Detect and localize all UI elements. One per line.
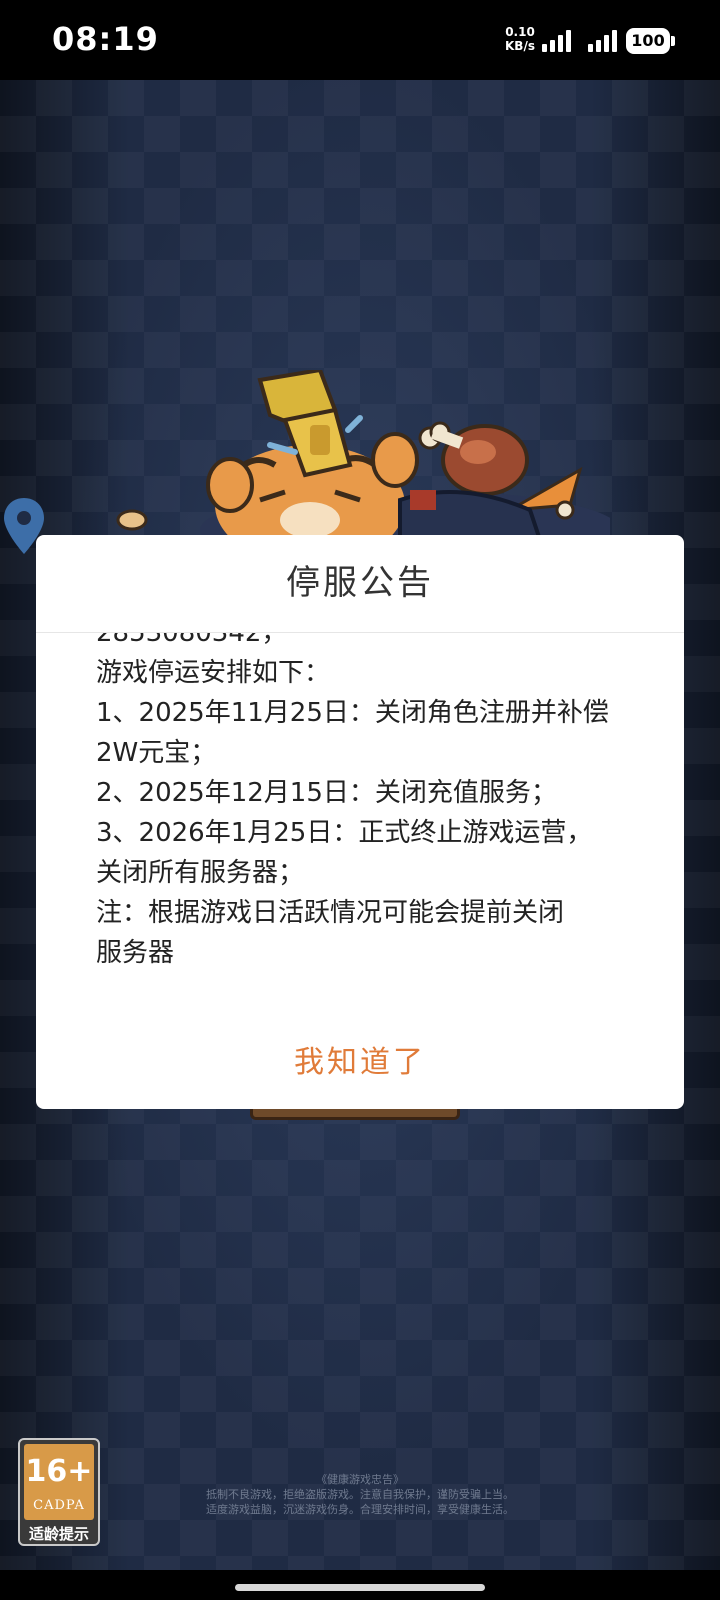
notice-line: 注：根据游戏日活跃情况可能会提前关闭	[96, 898, 565, 928]
home-indicator[interactable]	[235, 1584, 485, 1591]
signal-strength-icon	[542, 30, 571, 52]
battery-icon: 100	[626, 28, 670, 54]
notice-line: 2853080342，	[96, 633, 288, 648]
notice-line: 2、2025年12月15日：关闭充值服务；	[96, 778, 557, 808]
battery-tip	[671, 36, 675, 46]
screen: 08:19 0.10 KB/s 100 停服公告 2853080342， 游戏停…	[0, 0, 720, 1600]
dialog-title: 停服公告	[286, 563, 434, 603]
shutdown-notice-dialog: 停服公告 2853080342， 游戏停运安排如下： 1、2025年11月25日…	[36, 535, 684, 1109]
health-gaming-notice: 《健康游戏忠告》 抵制不良游戏，拒绝盗版游戏。注意自我保护，谨防受骗上当。 适度…	[150, 1472, 570, 1517]
health-notice-line: 适度游戏益脑，沉迷游戏伤身。合理安排时间，享受健康生活。	[206, 1503, 514, 1516]
notice-line: 服务器	[96, 938, 175, 968]
status-time: 08:19	[52, 20, 159, 58]
health-notice-title: 《健康游戏忠告》	[316, 1473, 404, 1486]
age-rating-badge[interactable]: 16+ CADPA 适龄提示	[18, 1438, 100, 1546]
notice-text: 2853080342， 游戏停运安排如下： 1、2025年11月25日：关闭角色…	[96, 633, 656, 973]
health-notice-line: 抵制不良游戏，拒绝盗版游戏。注意自我保护，谨防受骗上当。	[206, 1488, 514, 1501]
notice-line: 1、2025年11月25日：关闭角色注册并补偿	[96, 698, 609, 728]
age-rating-org: CADPA	[33, 1498, 85, 1513]
network-speed-unit: KB/s	[505, 39, 535, 53]
notice-line: 2W元宝；	[96, 738, 217, 768]
age-rating-value: 16+	[25, 1454, 93, 1489]
signal-strength-icon	[588, 30, 617, 52]
age-rating-panel: 16+ CADPA	[24, 1444, 94, 1520]
notice-line: 3、2026年1月25日：正式终止游戏运营，	[96, 818, 593, 848]
status-bar: 08:19 0.10 KB/s 100	[0, 0, 720, 80]
acknowledge-button[interactable]: 我知道了	[260, 1023, 460, 1095]
network-speed: 0.10 KB/s	[500, 25, 540, 53]
notice-line: 关闭所有服务器；	[96, 858, 305, 888]
notice-line: 游戏停运安排如下：	[96, 658, 331, 688]
dialog-scroll-content[interactable]: 2853080342， 游戏停运安排如下： 1、2025年11月25日：关闭角色…	[96, 633, 656, 1015]
game-mascot-illustration	[116, 370, 610, 540]
age-rating-hint: 适龄提示	[28, 1525, 89, 1543]
network-speed-value: 0.10	[505, 25, 535, 39]
